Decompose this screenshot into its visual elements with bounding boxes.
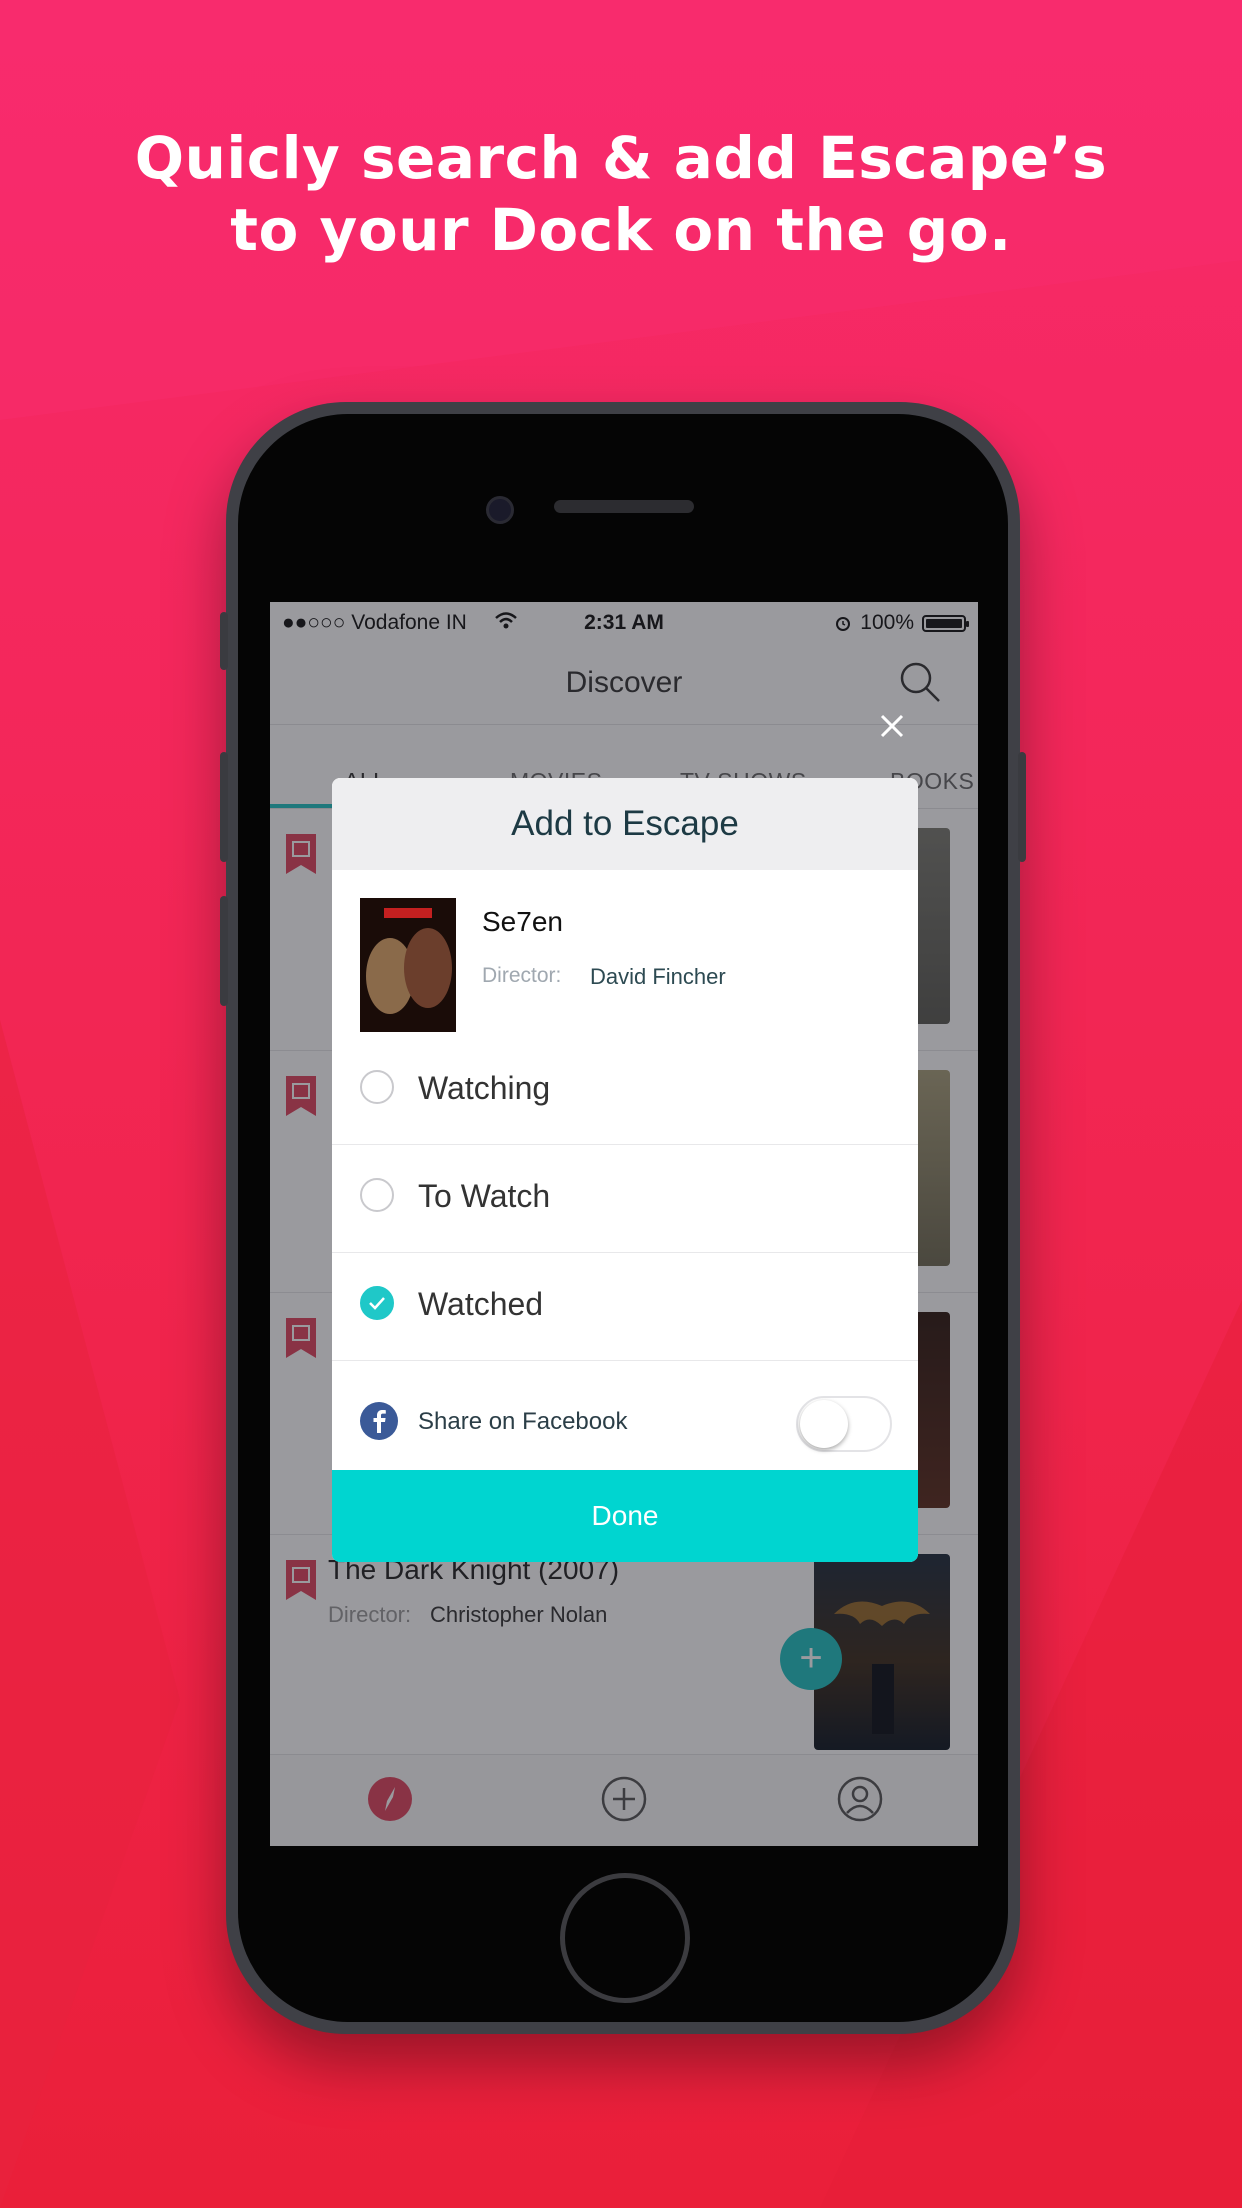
facebook-icon [360,1402,398,1440]
option-label: To Watch [418,1178,551,1214]
share-facebook-label: Share on Facebook [418,1408,628,1435]
option-label: Watched [418,1286,544,1322]
option-watching[interactable]: Watching [332,1036,918,1145]
close-icon[interactable] [874,708,910,744]
movie-title: Se7en [482,906,563,937]
director-name: David Fincher [590,964,726,989]
front-camera [486,496,514,524]
mute-switch [220,612,228,670]
volume-up-button [220,752,228,862]
option-to-watch[interactable]: To Watch [332,1144,918,1253]
power-button [1018,752,1026,862]
toggle-knob [800,1400,848,1448]
radio-checked-icon[interactable] [360,1286,394,1320]
headline-line1: Quicly search & add Escape’s [134,124,1108,192]
app-screen: ●●○○○ Vodafone IN 2:31 AM 100% Discover … [270,602,978,1846]
modal-title: Add to Escape [511,804,739,843]
share-facebook-toggle[interactable] [796,1396,892,1452]
option-label: Watching [418,1070,551,1106]
share-facebook-row: Share on Facebook [332,1360,918,1480]
home-button[interactable] [560,1873,690,2003]
headline-line2: to your Dock on the go. [230,196,1012,264]
radio-unchecked-icon[interactable] [360,1178,394,1212]
volume-down-button [220,896,228,1006]
earpiece-speaker [554,500,694,513]
add-to-escape-modal: Add to Escape Se7en Director: David Finc… [332,778,918,1562]
movie-summary: Se7en Director: David Fincher [332,870,918,1036]
radio-unchecked-icon[interactable] [360,1070,394,1104]
director-label: Director: [482,964,562,987]
headline: Quicly search & add Escape’s to your Doc… [0,122,1242,266]
modal-header: Add to Escape [332,778,918,870]
done-button[interactable]: Done [332,1470,918,1562]
movie-poster [360,898,456,1032]
option-watched[interactable]: Watched [332,1252,918,1361]
